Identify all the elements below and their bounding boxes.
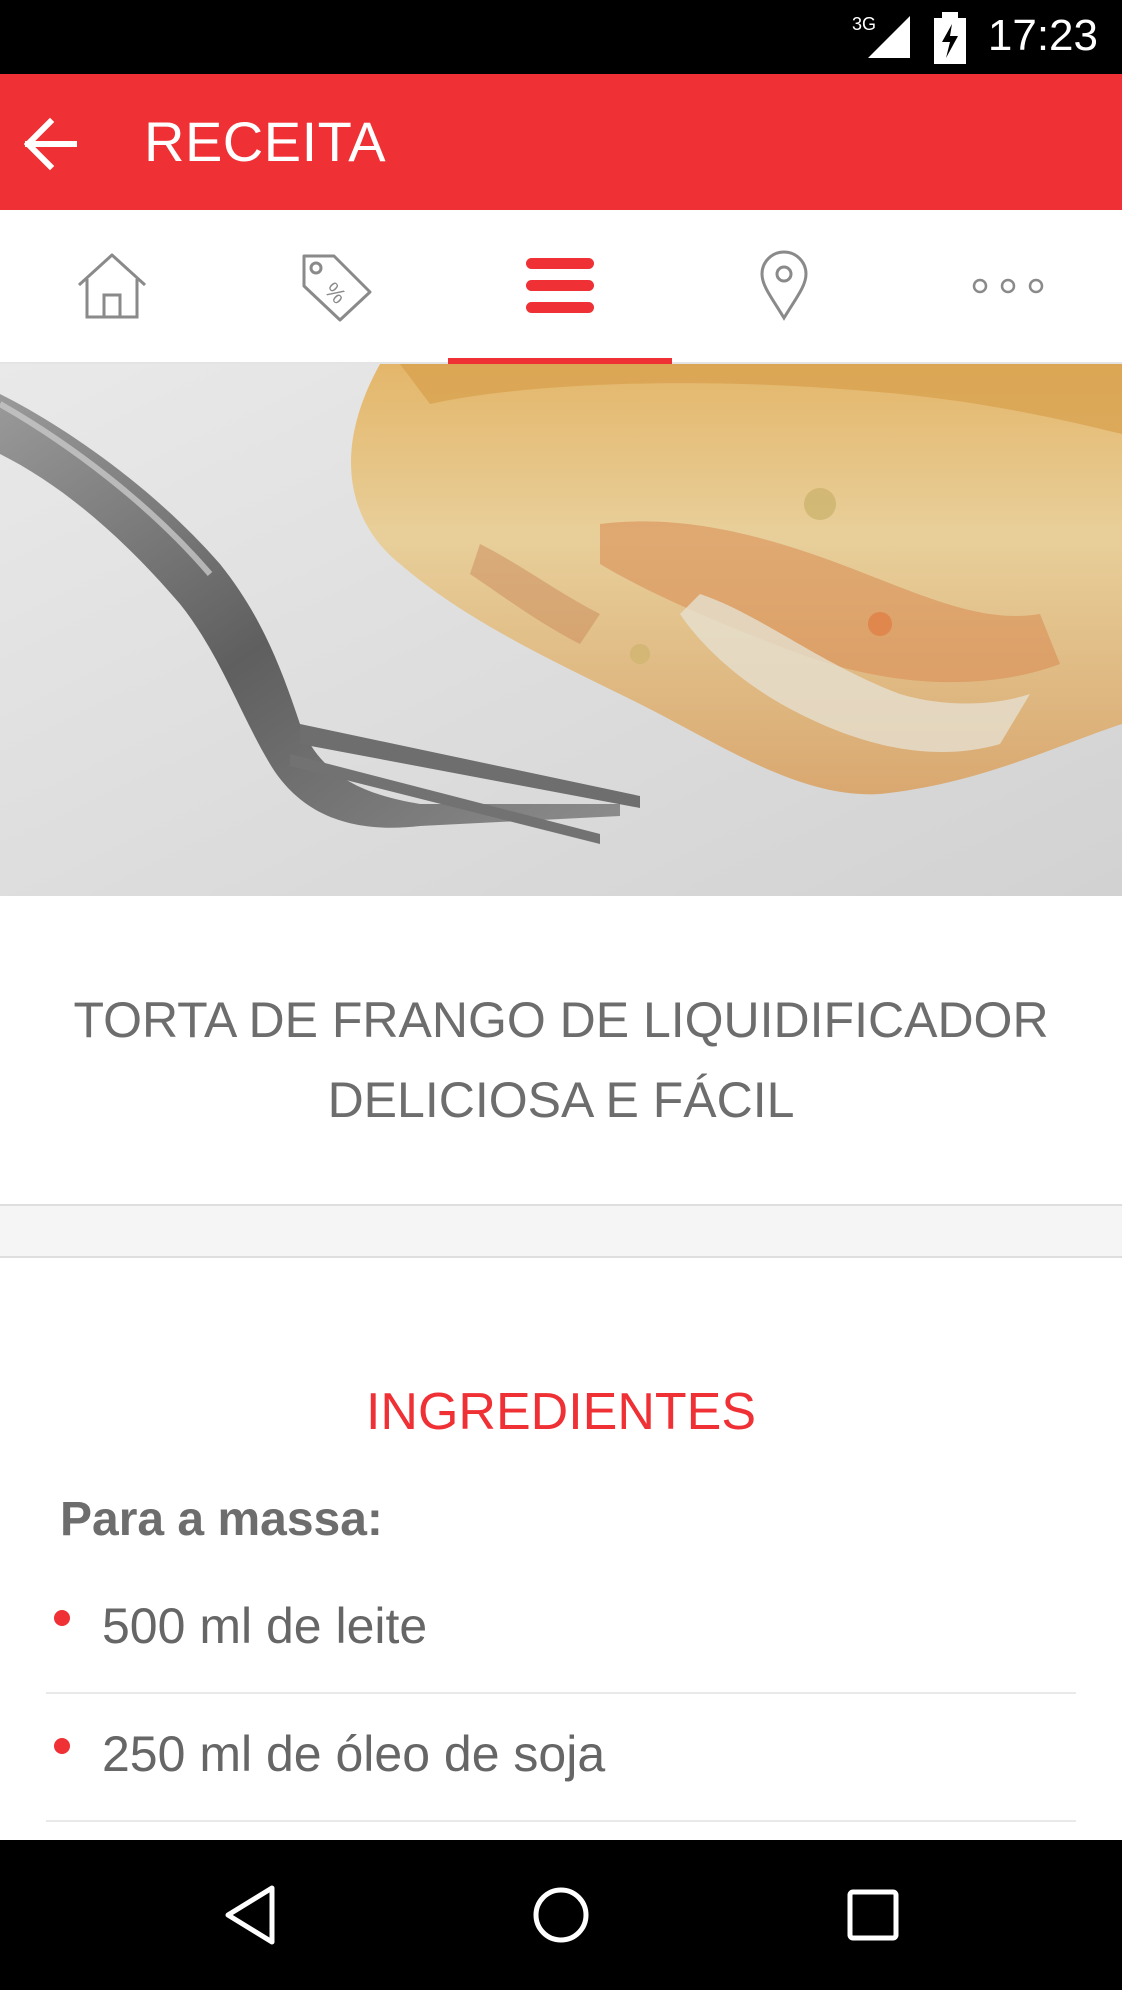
tab-more[interactable] (896, 210, 1120, 362)
nav-home-icon[interactable] (526, 1880, 596, 1950)
price-tag-percent-icon: % (302, 254, 372, 322)
tab-menu[interactable] (448, 210, 672, 362)
arrow-back-icon[interactable] (20, 114, 80, 174)
recipe-photo (0, 364, 1122, 896)
tab-bar: % (0, 210, 1122, 364)
more-dots-icon (972, 278, 1044, 294)
list-item: 500 ml de leite (46, 1566, 1076, 1694)
map-pin-icon (760, 250, 808, 321)
section-divider (0, 1204, 1122, 1258)
battery-charging-icon (934, 12, 966, 64)
recipe-title-line-2: DELICIOSA E FÁCIL (327, 1072, 795, 1128)
tab-offers[interactable]: % (224, 210, 448, 362)
house-icon (77, 253, 147, 319)
status-time: 17:23 (987, 11, 1098, 60)
system-nav-bar (0, 1840, 1122, 1990)
bullet-icon (54, 1610, 70, 1626)
hamburger-menu-icon (526, 258, 594, 313)
recipe-title-line-1: TORTA DE FRANGO DE LIQUIDIFICADOR (73, 992, 1049, 1048)
bullet-icon (54, 1738, 70, 1754)
svg-text:3G: 3G (852, 14, 876, 34)
ingredients-heading: INGREDIENTES (365, 1383, 757, 1441)
ingredient-text: 250 ml de óleo de soja (102, 1726, 606, 1782)
list-item: 250 ml de óleo de soja (46, 1694, 1076, 1822)
ingredients-subheading: Para a massa: (60, 1493, 383, 1546)
nav-back-icon[interactable] (216, 1880, 286, 1950)
ingredients-list: 500 ml de leite 250 ml de óleo de soja (46, 1566, 1076, 1822)
app-bar: RECEITA (0, 74, 1122, 210)
ingredient-text: 500 ml de leite (102, 1598, 428, 1654)
tab-home[interactable] (0, 210, 224, 362)
recipe-title: TORTA DE FRANGO DE LIQUIDIFICADOR DELICI… (40, 980, 1082, 1140)
page-title: RECEITA (144, 110, 387, 173)
status-bar: 3G 17:23 (0, 0, 1122, 74)
tab-location[interactable] (672, 210, 896, 362)
nav-recents-icon[interactable] (838, 1880, 908, 1950)
signal-3g-icon: 3G (852, 14, 910, 58)
